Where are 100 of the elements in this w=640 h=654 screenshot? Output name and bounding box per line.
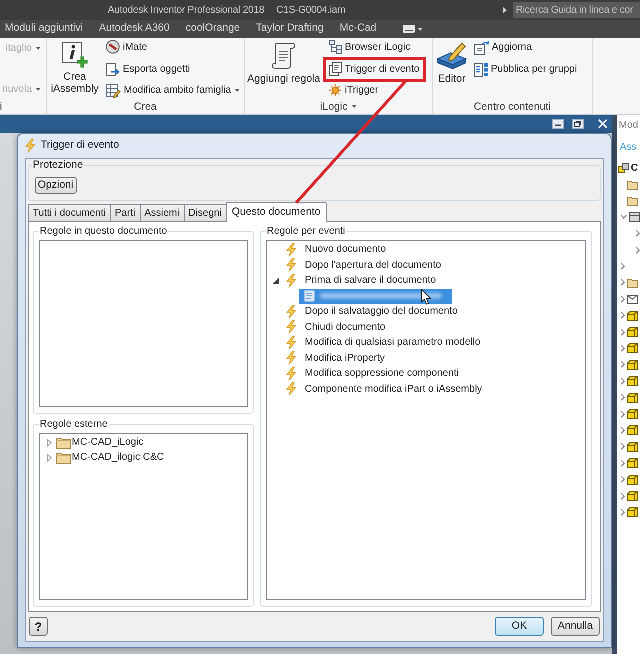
group-label: Regole per eventi bbox=[266, 225, 346, 238]
chevron-icon[interactable] bbox=[621, 296, 625, 303]
caret-icon[interactable] bbox=[352, 105, 357, 108]
large-ribbon-button[interactable]: Editor bbox=[435, 38, 469, 99]
tree-item[interactable]: Modifica soppressione componenti bbox=[286, 366, 459, 382]
ribbon-button[interactable]: Aggiorna bbox=[472, 39, 580, 56]
cube-icon bbox=[627, 392, 638, 403]
cube-icon bbox=[627, 409, 638, 420]
search-field[interactable]: Ricerca Guida in linea e cor bbox=[513, 2, 640, 18]
ribbon-button[interactable]: Modifica ambito famiglia bbox=[104, 82, 242, 100]
rules-tree[interactable]: MC-CAD_iLogic MC-CAD_ilogic C&C bbox=[39, 433, 248, 600]
expander-icon[interactable] bbox=[273, 278, 279, 284]
close-button[interactable] bbox=[598, 119, 608, 129]
ribbon-button[interactable]: Browser iLogic bbox=[327, 39, 422, 56]
tab[interactable]: Tutti i documenti bbox=[28, 204, 111, 221]
ribbon-button[interactable]: Trigger di evento bbox=[327, 60, 422, 78]
lightning-icon bbox=[286, 366, 297, 381]
chevron-icon[interactable] bbox=[636, 246, 640, 254]
tree-item[interactable]: Dopo l'apertura del documento bbox=[286, 258, 442, 273]
chevron-icon[interactable] bbox=[621, 361, 625, 368]
tab[interactable]: Parti bbox=[110, 204, 141, 221]
hierarchy-icon bbox=[329, 40, 342, 54]
panel-label: i bbox=[0, 100, 2, 112]
ribbon-tab[interactable]: Taylor Drafting bbox=[256, 21, 324, 37]
chevron-icon[interactable] bbox=[621, 508, 625, 516]
cube-icon bbox=[627, 491, 638, 501]
folder-icon bbox=[627, 196, 638, 206]
minimize-button[interactable] bbox=[552, 119, 564, 129]
rules-list[interactable] bbox=[39, 240, 248, 407]
folder-icon bbox=[627, 180, 638, 190]
stacked-sheets-icon bbox=[329, 62, 342, 76]
info-plus-icon bbox=[62, 42, 88, 68]
chevron-icon[interactable] bbox=[621, 279, 625, 286]
chevron-icon[interactable] bbox=[621, 460, 625, 467]
refresh-icon bbox=[474, 40, 489, 54]
ribbon-tab[interactable]: Autodesk A360 bbox=[99, 21, 170, 37]
caret-icon bbox=[235, 89, 240, 92]
tab[interactable]: Assiemi bbox=[140, 204, 185, 221]
chevron-icon[interactable] bbox=[621, 394, 625, 402]
chevron-icon[interactable] bbox=[621, 344, 625, 352]
tree-item[interactable]: MC-CAD_ilogic C&C bbox=[56, 450, 164, 465]
chevron-icon[interactable] bbox=[621, 312, 625, 320]
tree-item[interactable]: Modifica di qualsiasi parametro modello bbox=[286, 335, 481, 350]
help-button[interactable]: ? bbox=[29, 617, 48, 636]
tab[interactable]: Disegni bbox=[184, 204, 227, 221]
overlapping-squares-icon bbox=[618, 163, 629, 174]
ribbon-button[interactable]: iMate bbox=[104, 39, 242, 56]
cube-icon bbox=[627, 327, 638, 338]
tab[interactable]: Questo documento bbox=[226, 202, 327, 222]
sun-icon bbox=[329, 84, 342, 98]
folder-icon bbox=[56, 452, 71, 464]
chevron-icon[interactable] bbox=[621, 215, 627, 220]
group-label: Protezione bbox=[32, 159, 84, 172]
ribbon-tab[interactable]: coolOrange bbox=[186, 21, 240, 37]
chevron-icon[interactable] bbox=[621, 426, 625, 434]
chevron-icon[interactable] bbox=[621, 263, 625, 270]
chevron-icon[interactable] bbox=[621, 443, 625, 450]
tree-item[interactable]: MC-CAD_iLogic bbox=[56, 435, 144, 450]
tree-item[interactable]: Chiudi documento bbox=[286, 320, 386, 335]
large-ribbon-button[interactable]: Aggiungi regola bbox=[247, 38, 321, 99]
chevron-icon[interactable] bbox=[621, 378, 625, 385]
ribbon-button[interactable]: Pubblica per gruppi bbox=[472, 61, 580, 78]
chevron-icon[interactable] bbox=[621, 410, 625, 418]
scroll-icon bbox=[304, 290, 315, 302]
chevron-icon[interactable] bbox=[636, 230, 640, 238]
ribbon-tab[interactable]: Moduli aggiuntivi bbox=[5, 21, 84, 37]
panel-label: iLogic bbox=[320, 100, 348, 112]
ribbon-tab[interactable]: Mc-Cad bbox=[340, 21, 377, 37]
document-name: C1S-G0004.iam bbox=[276, 4, 346, 18]
cube-icon bbox=[627, 343, 638, 354]
group-label: Regole in questo documento bbox=[39, 225, 168, 238]
ok-button[interactable]: OK bbox=[495, 617, 544, 636]
chevron-icon[interactable] bbox=[621, 328, 625, 336]
tree-item-label[interactable]: C bbox=[631, 160, 638, 176]
large-ribbon-button[interactable]: Crea iAssembly bbox=[49, 38, 101, 99]
tree-item[interactable]: Modifica iProperty bbox=[286, 350, 386, 366]
caret-icon[interactable] bbox=[503, 6, 507, 14]
table-pencil-icon bbox=[106, 84, 121, 98]
cube-icon bbox=[627, 458, 638, 468]
chevron-icon[interactable] bbox=[621, 492, 625, 500]
chevron-icon[interactable] bbox=[621, 476, 625, 484]
cube-icon bbox=[627, 507, 638, 518]
options-button[interactable]: Opzioni bbox=[35, 177, 77, 194]
caret-icon[interactable] bbox=[418, 28, 423, 30]
lightning-icon bbox=[286, 304, 297, 319]
panel-title: Mod bbox=[619, 118, 638, 132]
panel-label: Crea bbox=[134, 100, 157, 112]
ribbon-button[interactable]: Esporta oggetti bbox=[104, 60, 242, 78]
cancel-button[interactable]: Annulla bbox=[551, 617, 600, 636]
restore-button[interactable] bbox=[572, 119, 584, 129]
tree-item[interactable] bbox=[299, 288, 452, 304]
window-icon[interactable] bbox=[402, 25, 415, 33]
tree-item[interactable]: Dopo il salvataggio del documento bbox=[286, 304, 458, 320]
ribbon-button[interactable]: iTrigger bbox=[327, 82, 422, 99]
book-pencil-icon bbox=[437, 42, 467, 70]
tree-item[interactable]: Nuovo documento bbox=[286, 242, 386, 258]
scroll-icon bbox=[272, 42, 296, 70]
tree-item[interactable]: Prima di salvare il documento bbox=[286, 273, 436, 288]
tree-item[interactable]: Componente modifica iPart o iAssembly bbox=[286, 382, 482, 397]
cube-icon bbox=[627, 376, 638, 386]
